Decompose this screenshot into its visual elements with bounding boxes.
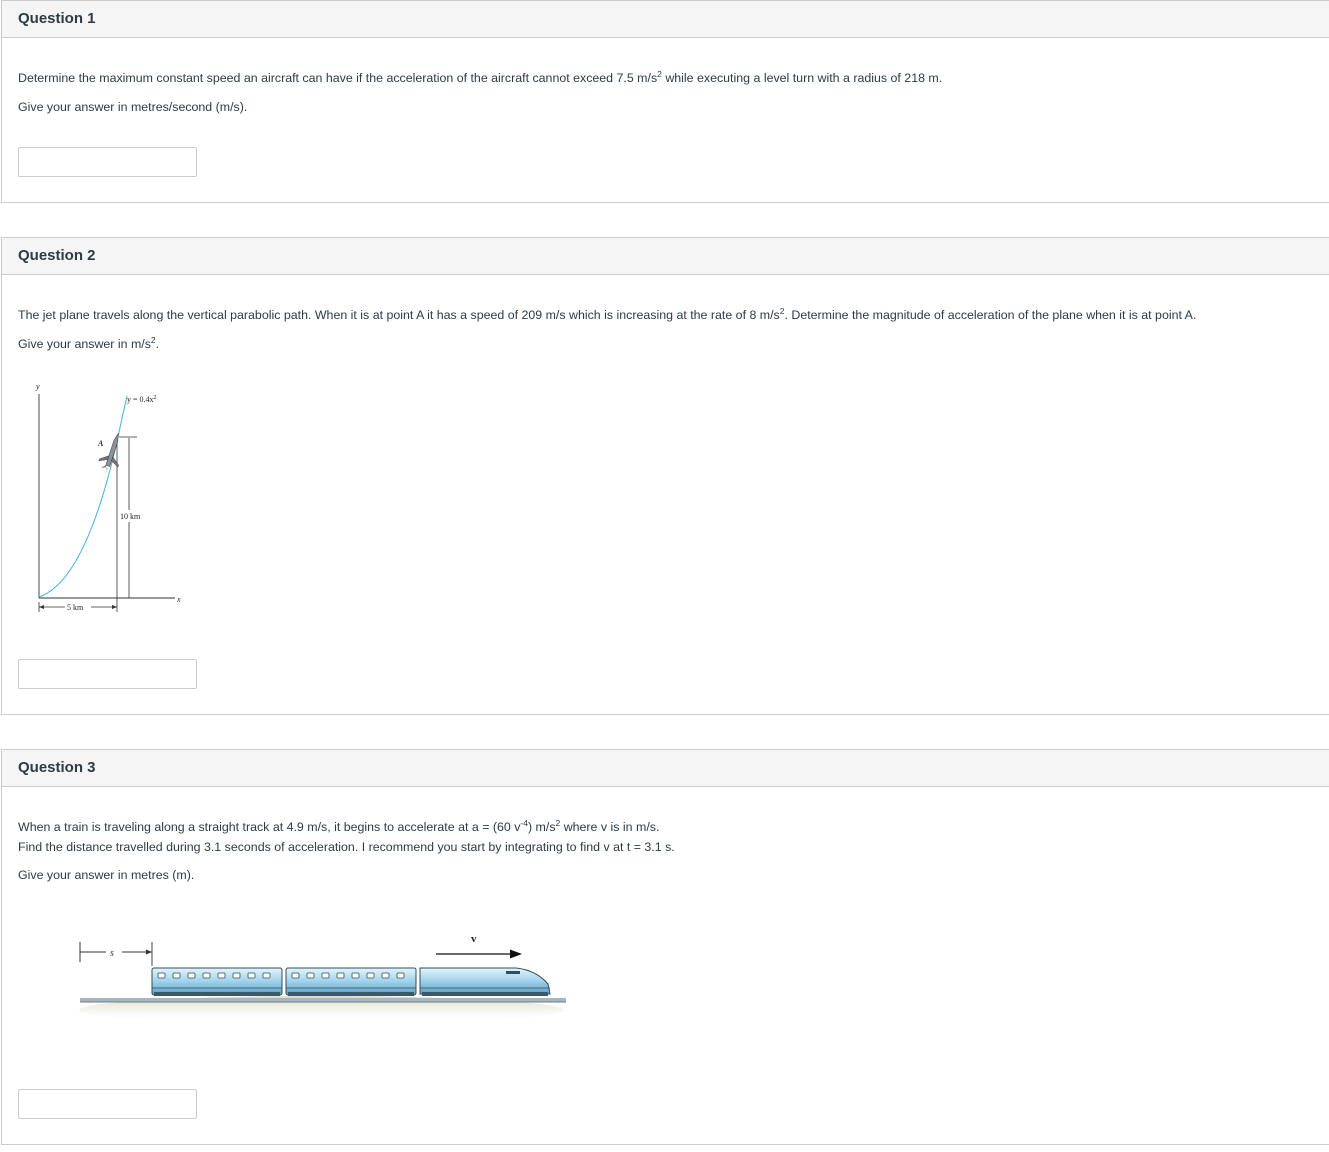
equation-exponent: 2 bbox=[154, 395, 157, 401]
s-label: s bbox=[110, 948, 114, 959]
question-2-instruction-end: . bbox=[155, 337, 160, 351]
height-label: 10 km bbox=[120, 512, 141, 521]
question-1-answer-input[interactable] bbox=[18, 147, 197, 177]
question-1-text: Determine the maximum constant speed an … bbox=[18, 70, 943, 85]
question-2-instruction: Give your answer in m/s2. bbox=[18, 336, 160, 351]
point-a-label: A bbox=[97, 439, 104, 448]
question-3-header: Question 3 bbox=[2, 750, 1329, 787]
s-arrow bbox=[146, 949, 152, 955]
equation-label: y = 0.4x2 bbox=[127, 395, 157, 404]
question-2-header: Question 2 bbox=[2, 238, 1329, 275]
question-3: Question 3 When a train is traveling alo… bbox=[1, 749, 1329, 1145]
train-car-2 bbox=[285, 967, 417, 996]
parabola-figure: y x y = 0.4x2 10 km 5 km A bbox=[35, 382, 181, 612]
question-3-instruction: Give your answer in metres (m). bbox=[18, 868, 195, 882]
question-1: Question 1 Determine the maximum constan… bbox=[1, 0, 1329, 203]
width-arrow-right bbox=[112, 605, 117, 609]
question-2-text: The jet plane travels along the vertical… bbox=[18, 307, 1197, 322]
x-axis-label: x bbox=[176, 595, 181, 604]
question-2-title: Question 2 bbox=[18, 247, 96, 264]
question-1-text-part: Determine the maximum constant speed an … bbox=[18, 71, 658, 85]
question-3-title: Question 3 bbox=[18, 759, 96, 776]
width-label: 5 km bbox=[67, 603, 84, 612]
track-rail bbox=[80, 998, 566, 1002]
question-3-text-mid: ) m/s bbox=[527, 820, 556, 834]
question-2-text-part: The jet plane travels along the vertical… bbox=[18, 308, 780, 322]
question-2: Question 2 The jet plane travels along t… bbox=[1, 237, 1329, 715]
train-figure: s v bbox=[79, 933, 566, 1024]
train-car-1 bbox=[151, 967, 283, 996]
question-3-text-line-2: Find the distance travelled during 3.1 s… bbox=[18, 840, 675, 854]
question-3-text-part: When a train is traveling along a straig… bbox=[18, 820, 521, 834]
question-1-header: Question 1 bbox=[2, 1, 1329, 38]
question-1-instruction: Give your answer in metres/second (m/s). bbox=[18, 100, 248, 114]
question-2-instruction-part: Give your answer in m/s bbox=[18, 337, 151, 351]
question-2-answer-input[interactable] bbox=[18, 659, 197, 689]
parabolic-path bbox=[38, 395, 128, 598]
question-3-text-line-1: When a train is traveling along a straig… bbox=[18, 818, 660, 834]
question-3-answer-input[interactable] bbox=[18, 1089, 197, 1119]
v-label: v bbox=[471, 933, 477, 945]
question-3-exponent: -4 bbox=[520, 818, 528, 828]
y-axis-label: y bbox=[35, 382, 40, 391]
question-1-title: Question 1 bbox=[18, 10, 96, 27]
question-2-text-end: . Determine the magnitude of acceleratio… bbox=[784, 308, 1197, 322]
width-arrow-left bbox=[39, 605, 44, 609]
train-locomotive bbox=[419, 967, 551, 996]
question-1-text-end: while executing a level turn with a radi… bbox=[661, 71, 943, 85]
question-3-text-end: where v is in m/s. bbox=[560, 820, 660, 834]
velocity-arrow-head bbox=[510, 949, 522, 959]
equation-text: y = 0.4x bbox=[127, 395, 154, 404]
